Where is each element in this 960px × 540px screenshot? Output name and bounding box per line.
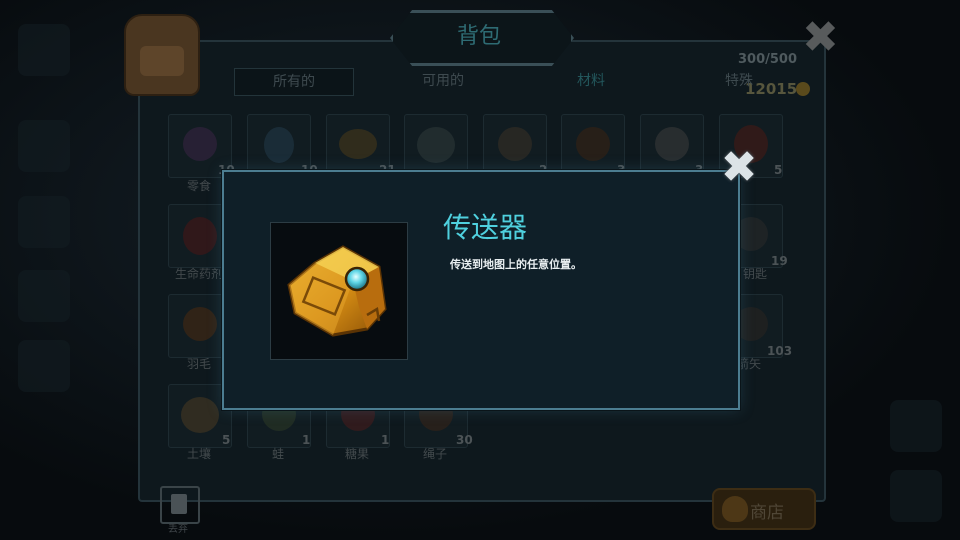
side-decor-icon	[18, 340, 70, 392]
side-decor-icon	[18, 120, 70, 172]
tab-usable[interactable]: 可用的	[384, 68, 502, 94]
inventory-slot[interactable]	[404, 114, 468, 178]
shop-label: 商店	[750, 503, 784, 523]
item-label: 糖果	[344, 447, 369, 461]
inventory-tabs: 所有的 可用的 材料 特殊	[234, 68, 828, 96]
side-decor-icon	[890, 400, 942, 452]
shop-button[interactable]: 商店	[712, 488, 816, 530]
capacity-counter: 300/500	[738, 52, 798, 67]
inventory-close-icon[interactable]: ✖	[802, 16, 839, 60]
inventory-title: 背包	[456, 24, 501, 49]
item-description: 传送到地图上的任意位置。	[450, 258, 582, 271]
inventory-slot[interactable]	[561, 114, 625, 178]
teleporter-device-icon	[287, 245, 387, 337]
discard-label: 丢弃	[168, 524, 188, 535]
tab-special[interactable]: 特殊	[680, 68, 798, 94]
trash-icon	[171, 494, 187, 514]
modal-close-icon[interactable]: ✖	[719, 146, 759, 190]
item-count: 5	[774, 163, 783, 177]
tab-materials[interactable]: 材料	[532, 68, 650, 94]
item-label: 蛙	[271, 447, 284, 461]
item-name: 传送器	[443, 211, 528, 244]
side-decor-icon	[18, 270, 70, 322]
item-image-frame	[270, 222, 408, 360]
coin-bag-icon	[722, 496, 748, 522]
inventory-slot[interactable]	[483, 114, 547, 178]
side-decor-icon	[890, 470, 942, 522]
backpack-icon	[124, 14, 200, 96]
item-label: 土壤	[186, 447, 211, 461]
item-label: 绳子	[422, 447, 447, 461]
side-decor-icon	[18, 24, 70, 76]
side-decor-icon	[18, 196, 70, 248]
tab-all[interactable]: 所有的	[234, 68, 354, 96]
discard-button[interactable]	[160, 486, 200, 524]
